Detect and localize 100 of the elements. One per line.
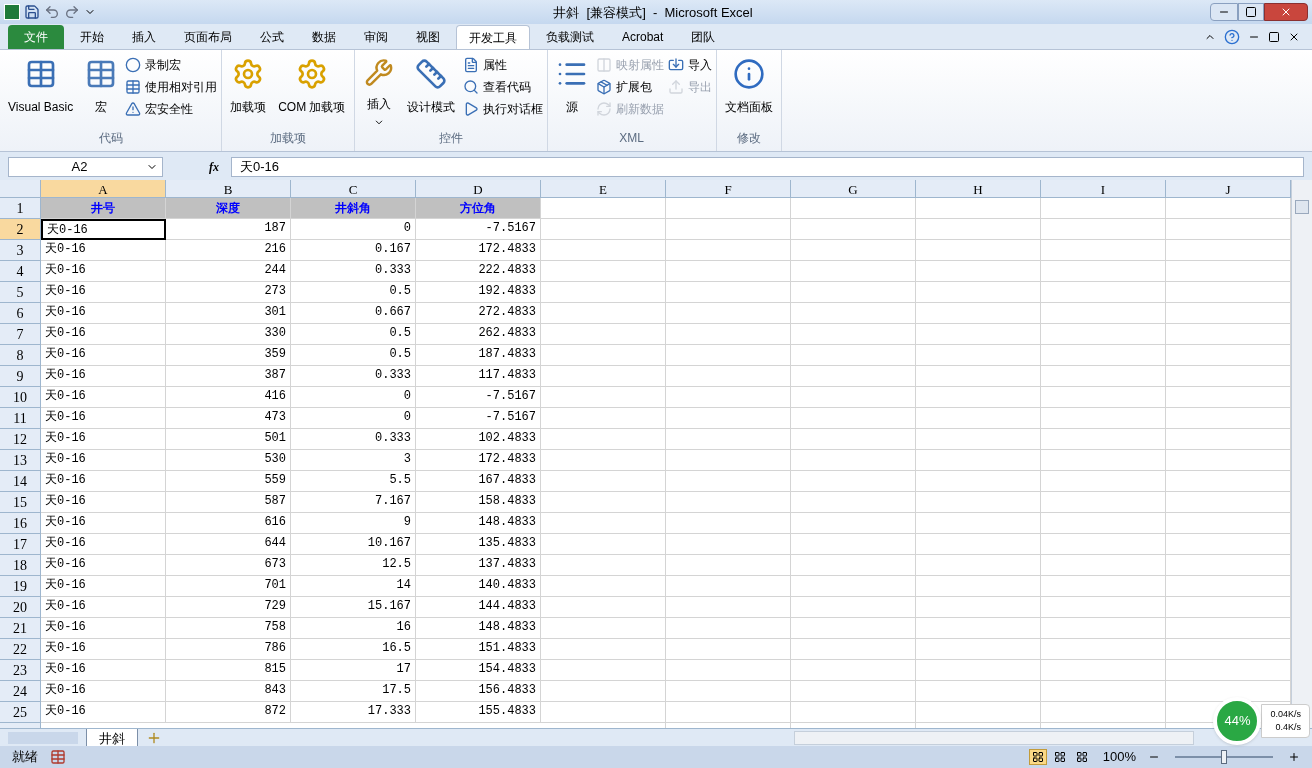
table-cell: 天0-16	[41, 681, 166, 702]
ribbon-button[interactable]: 源	[551, 54, 592, 128]
row-header[interactable]: 6	[0, 303, 41, 324]
table-cell: 587	[166, 492, 291, 513]
table-cell: 17	[291, 660, 416, 681]
ribbon-small-button[interactable]: 导入	[667, 54, 712, 76]
column-header[interactable]: B	[166, 180, 291, 198]
ribbon-button[interactable]: Visual Basic	[4, 54, 78, 128]
ribbon-button[interactable]: 文档面板	[720, 54, 777, 128]
row-header[interactable]: 9	[0, 366, 41, 387]
ribbon-tab[interactable]: 开发工具	[456, 25, 530, 49]
close-button[interactable]	[1264, 3, 1308, 21]
ribbon-tab[interactable]: Acrobat	[610, 25, 676, 49]
zoom-in-icon	[1288, 751, 1300, 763]
row-header[interactable]: 1	[0, 198, 41, 219]
ribbon-small-button[interactable]: 执行对话框	[462, 98, 543, 120]
column-header[interactable]: J	[1166, 180, 1291, 198]
ribbon-tab[interactable]: 审阅	[352, 25, 400, 49]
formula-field[interactable]: 天0-16	[231, 157, 1304, 177]
row-header[interactable]: 7	[0, 324, 41, 345]
ribbon-tab[interactable]: 视图	[404, 25, 452, 49]
table-cell: 0.5	[291, 345, 416, 366]
column-header[interactable]: E	[541, 180, 666, 198]
table-cell: 729	[166, 597, 291, 618]
table-cell: 154.4833	[416, 660, 541, 681]
save-icon	[24, 4, 40, 20]
column-header[interactable]: F	[666, 180, 791, 198]
table-cell: 158.4833	[416, 492, 541, 513]
minimize-button[interactable]	[1210, 3, 1238, 21]
ribbon-tab[interactable]: 开始	[68, 25, 116, 49]
row-header[interactable]: 23	[0, 660, 41, 681]
row-header[interactable]: 5	[0, 282, 41, 303]
ribbon-button[interactable]: 加载项	[226, 54, 271, 128]
ribbon-tab[interactable]: 文件	[8, 25, 64, 49]
zoom-level[interactable]: 100%	[1102, 747, 1136, 767]
row-header[interactable]: 2	[0, 219, 41, 240]
horizontal-scrollbar[interactable]	[794, 730, 1194, 745]
row-header[interactable]: 24	[0, 681, 41, 702]
zoom-thumb[interactable]	[1221, 750, 1227, 764]
ribbon-button[interactable]: 设计模式	[402, 54, 459, 128]
ribbon-tab[interactable]: 负载测试	[534, 25, 606, 49]
row-header[interactable]: 3	[0, 240, 41, 261]
column-header[interactable]: G	[791, 180, 916, 198]
row-header[interactable]: 10	[0, 387, 41, 408]
sheet-tab[interactable]: 井斜	[86, 728, 138, 747]
row-header[interactable]: 22	[0, 639, 41, 660]
table-cell: 272.4833	[416, 303, 541, 324]
restore-button[interactable]	[1238, 3, 1264, 21]
ribbon-small-button[interactable]: 录制宏	[125, 54, 218, 76]
ribbon-tab[interactable]: 页面布局	[172, 25, 244, 49]
row-header[interactable]: 13	[0, 450, 41, 471]
table-cell: 天0-16	[41, 639, 166, 660]
table-cell: 416	[166, 387, 291, 408]
column-header[interactable]: A	[41, 180, 166, 198]
column-header[interactable]: C	[291, 180, 416, 198]
function-button[interactable]: fx	[209, 158, 227, 176]
column-title-cell: 深度	[166, 198, 291, 219]
table-cell: 天0-16	[41, 366, 166, 387]
ribbon-tab[interactable]: 数据	[300, 25, 348, 49]
row-header[interactable]: 4	[0, 261, 41, 282]
row-header[interactable]: 14	[0, 471, 41, 492]
ribbon-button[interactable]: 插入	[358, 54, 399, 128]
warning-icon	[125, 101, 142, 117]
ribbon-tab[interactable]: 公式	[248, 25, 296, 49]
row-header[interactable]: 16	[0, 513, 41, 534]
row-header[interactable]: 21	[0, 618, 41, 639]
ribbon-small-button[interactable]: 查看代码	[462, 76, 543, 98]
table-cell: 501	[166, 429, 291, 450]
table-cell: 0	[291, 387, 416, 408]
ribbon-tab[interactable]: 团队	[679, 25, 728, 49]
row-header[interactable]: 15	[0, 492, 41, 513]
undo-icon	[44, 4, 60, 20]
row-header[interactable]: 25	[0, 702, 41, 723]
ribbon-tab[interactable]: 插入	[120, 25, 168, 49]
ribbon-small-button[interactable]: 扩展包	[595, 76, 664, 98]
table-cell: 187	[166, 219, 291, 240]
ribbon-button[interactable]: 宏	[81, 54, 122, 128]
row-header[interactable]: 20	[0, 597, 41, 618]
zoom-slider[interactable]	[1172, 750, 1276, 764]
table-cell: 0.333	[291, 366, 416, 387]
row-header[interactable]: 11	[0, 408, 41, 429]
row-header[interactable]: 12	[0, 429, 41, 450]
view-button[interactable]	[1028, 749, 1047, 765]
row-header[interactable]: 19	[0, 576, 41, 597]
ribbon-small-button[interactable]: 属性	[462, 54, 543, 76]
column-header[interactable]: I	[1041, 180, 1166, 198]
table-cell: 天0-16	[41, 534, 166, 555]
view-icon	[1075, 751, 1088, 763]
ribbon-button[interactable]: COM 加载项	[274, 54, 350, 128]
name-box[interactable]: A2	[8, 157, 163, 177]
ribbon-small-button[interactable]: 宏安全性	[125, 98, 218, 120]
row-header[interactable]: 17	[0, 534, 41, 555]
table-cell: 天0-16	[41, 555, 166, 576]
row-header[interactable]: 8	[0, 345, 41, 366]
table-cell: 843	[166, 681, 291, 702]
column-header[interactable]: H	[916, 180, 1041, 198]
table-cell: 872	[166, 702, 291, 723]
ribbon-small-button[interactable]: 使用相对引用	[125, 76, 218, 98]
column-header[interactable]: D	[416, 180, 541, 198]
row-header[interactable]: 18	[0, 555, 41, 576]
